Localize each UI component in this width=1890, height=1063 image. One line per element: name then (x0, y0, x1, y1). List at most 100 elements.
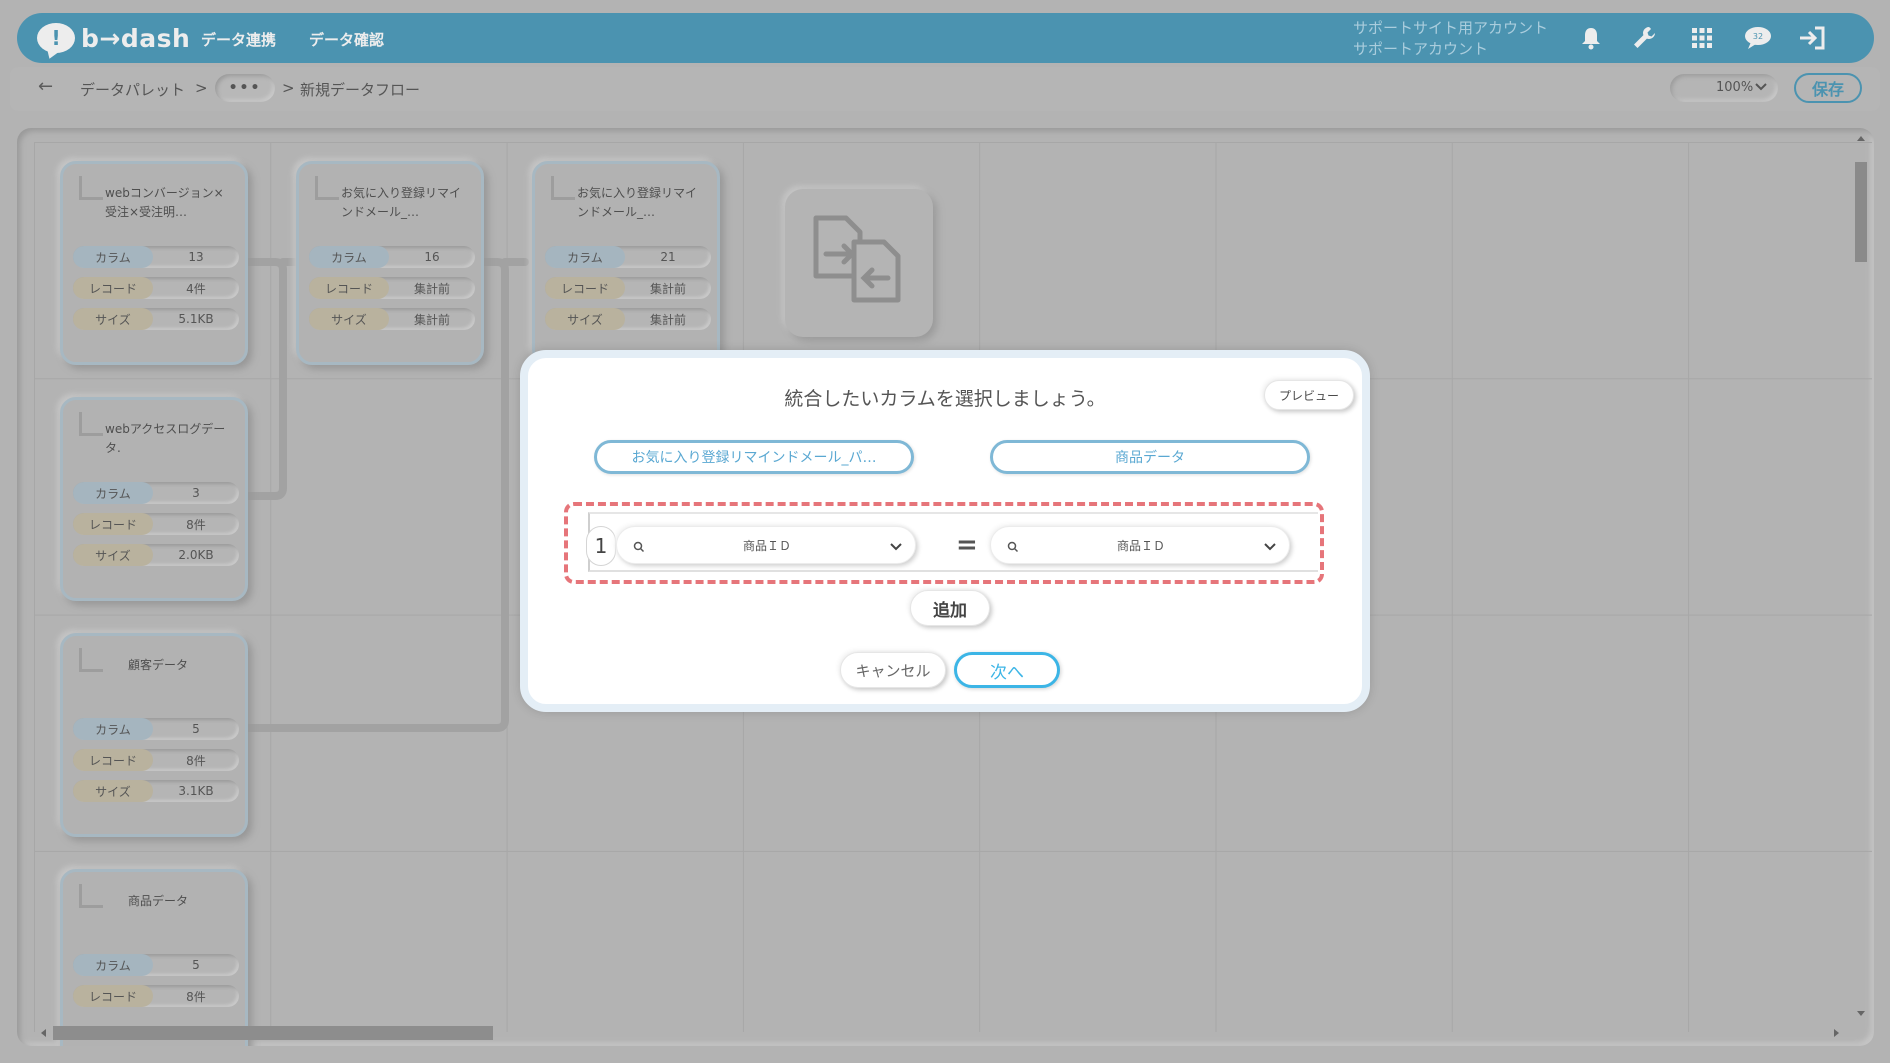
bell-icon[interactable] (1576, 23, 1606, 53)
node-stat-records: レコード 4件 (73, 277, 239, 299)
scroll-up-icon[interactable] (1856, 134, 1866, 142)
breadcrumb-separator: > (282, 79, 295, 97)
zoom-value: 100% (1716, 80, 1754, 95)
merge-step-node[interactable] (785, 189, 933, 337)
stat-label: サイズ (545, 308, 625, 330)
nav-data-check[interactable]: データ確認 (309, 29, 384, 50)
left-column-select[interactable]: 商品ＩＤ (616, 526, 916, 564)
account-user: サポートアカウント (1353, 40, 1489, 58)
stat-label: カラム (309, 246, 389, 268)
data-node[interactable]: お気に入り登録リマインドメール_… カラム 16 レコード 集計前 サイズ 集計前 (296, 161, 484, 365)
node-stat-columns: カラム 5 (73, 718, 239, 740)
node-title: webコンバージョン×受注×受注明… (105, 186, 224, 219)
row-number: 1 (586, 526, 616, 566)
stat-label: カラム (545, 246, 625, 268)
scroll-left-icon[interactable] (39, 1028, 47, 1038)
data-node[interactable]: webアクセスログデータ. カラム 3 レコード 8件 サイズ 2.0KB (60, 397, 248, 601)
data-node[interactable]: webコンバージョン×受注×受注明… カラム 13 レコード 4件 サイズ 5.1KB (60, 161, 248, 365)
chevron-down-icon (1754, 79, 1768, 98)
scroll-down-icon[interactable] (1856, 1010, 1866, 1018)
stat-value: 4件 (186, 281, 206, 296)
stat-value: 集計前 (649, 281, 686, 296)
nav-data-link[interactable]: データ連携 (201, 29, 276, 50)
back-arrow-icon[interactable]: ← (38, 76, 53, 97)
breadcrumb-separator: > (195, 79, 208, 97)
add-condition-button[interactable]: 追加 (910, 590, 990, 626)
breadcrumb-bar: ← データパレット > ••• > 新規データフロー 100% 保存 (10, 67, 1880, 111)
stat-value: 5 (192, 722, 200, 736)
stat-value: 集計前 (413, 281, 450, 296)
cancel-button[interactable]: キャンセル (840, 652, 946, 688)
merge-icon (813, 215, 901, 303)
stat-value: 集計前 (413, 312, 450, 327)
node-stat-size: サイズ 2.0KB (73, 544, 239, 566)
right-table-name: 商品データ (990, 440, 1310, 474)
node-stat-records: レコード 集計前 (545, 277, 711, 299)
node-stat-columns: カラム 5 (73, 954, 239, 976)
stat-value: 8件 (186, 517, 206, 532)
preview-button[interactable]: プレビュー (1264, 380, 1354, 410)
node-stat-columns: カラム 3 (73, 482, 239, 504)
stat-label: サイズ (73, 780, 153, 802)
equals-sign: = (956, 530, 978, 560)
chat-badge: 32 (1753, 32, 1763, 41)
next-button[interactable]: 次へ (954, 652, 1060, 688)
logo[interactable]: ! b→dash (37, 23, 190, 53)
stat-value: 2.0KB (178, 548, 214, 562)
stat-label: サイズ (309, 308, 389, 330)
node-stat-columns: カラム 13 (73, 246, 239, 268)
stat-value: 13 (188, 250, 204, 264)
stat-value: 8件 (186, 753, 206, 768)
data-node[interactable]: 顧客データ カラム 5 レコード 8件 サイズ 3.1KB (60, 633, 248, 837)
node-stat-records: レコード 8件 (73, 513, 239, 535)
scroll-right-icon[interactable] (1833, 1028, 1841, 1038)
node-stat-size: サイズ 集計前 (309, 308, 475, 330)
stat-label: サイズ (73, 308, 153, 330)
vertical-scroll-thumb[interactable] (1855, 162, 1867, 262)
node-title: 顧客データ (127, 658, 188, 672)
stat-value: 5.1KB (178, 312, 214, 326)
node-stat-records: レコード 8件 (73, 749, 239, 771)
data-node[interactable]: 商品データ カラム 5 レコード 8件 (60, 869, 248, 1046)
stat-label: カラム (73, 954, 153, 976)
node-stat-size: サイズ 集計前 (545, 308, 711, 330)
node-stat-size: サイズ 3.1KB (73, 780, 239, 802)
wrench-icon[interactable] (1630, 23, 1660, 53)
chevron-down-icon (1263, 539, 1277, 558)
breadcrumb-root[interactable]: データパレット (80, 79, 185, 100)
right-column-value: 商品ＩＤ (1116, 538, 1165, 553)
chat-icon[interactable]: 32 (1743, 23, 1773, 53)
stat-value: 21 (660, 250, 676, 264)
top-nav-bar: ! b→dash データ連携 データ確認 サポートサイト用アカウント サポートア… (17, 13, 1874, 63)
chevron-down-icon (889, 539, 903, 558)
horizontal-scroll-thumb[interactable] (53, 1026, 493, 1040)
stat-label: レコード (73, 749, 153, 771)
stat-label: カラム (73, 246, 153, 268)
stat-value: 16 (424, 250, 440, 264)
join-column-dialog: 統合したいカラムを選択しましょう。 プレビュー お気に入り登録リマインドメール_… (520, 350, 1370, 712)
logout-icon[interactable] (1798, 23, 1828, 53)
stat-label: レコード (73, 277, 153, 299)
stat-label: レコード (309, 277, 389, 299)
join-condition-row: 1 商品ＩＤ = 商品ＩＤ (586, 512, 1318, 572)
dialog-title: 統合したいカラムを選択しましょう。 (784, 388, 1106, 410)
data-node[interactable]: お気に入り登録リマインドメール_… カラム 21 レコード 集計前 サイズ 集計前 (532, 161, 720, 365)
join-condition-highlight: 1 商品ＩＤ = 商品ＩＤ (564, 502, 1324, 584)
stat-label: レコード (73, 513, 153, 535)
zoom-select[interactable]: 100% (1670, 74, 1778, 102)
node-stat-columns: カラム 16 (309, 246, 475, 268)
breadcrumb-more-button[interactable]: ••• (215, 74, 275, 102)
grid-icon[interactable] (1687, 23, 1717, 53)
right-column-select[interactable]: 商品ＩＤ (990, 526, 1290, 564)
stat-value: 5 (192, 958, 200, 972)
vertical-scrollbar[interactable] (1852, 128, 1870, 1028)
stat-value: 8件 (186, 989, 206, 1004)
stat-label: カラム (73, 482, 153, 504)
node-stat-columns: カラム 21 (545, 246, 711, 268)
save-button[interactable]: 保存 (1794, 73, 1862, 103)
stat-label: サイズ (73, 544, 153, 566)
file-icon (315, 176, 339, 200)
stat-label: カラム (73, 718, 153, 740)
account-info[interactable]: サポートサイト用アカウント サポートアカウント (1353, 18, 1548, 60)
stat-label: レコード (73, 985, 153, 1007)
